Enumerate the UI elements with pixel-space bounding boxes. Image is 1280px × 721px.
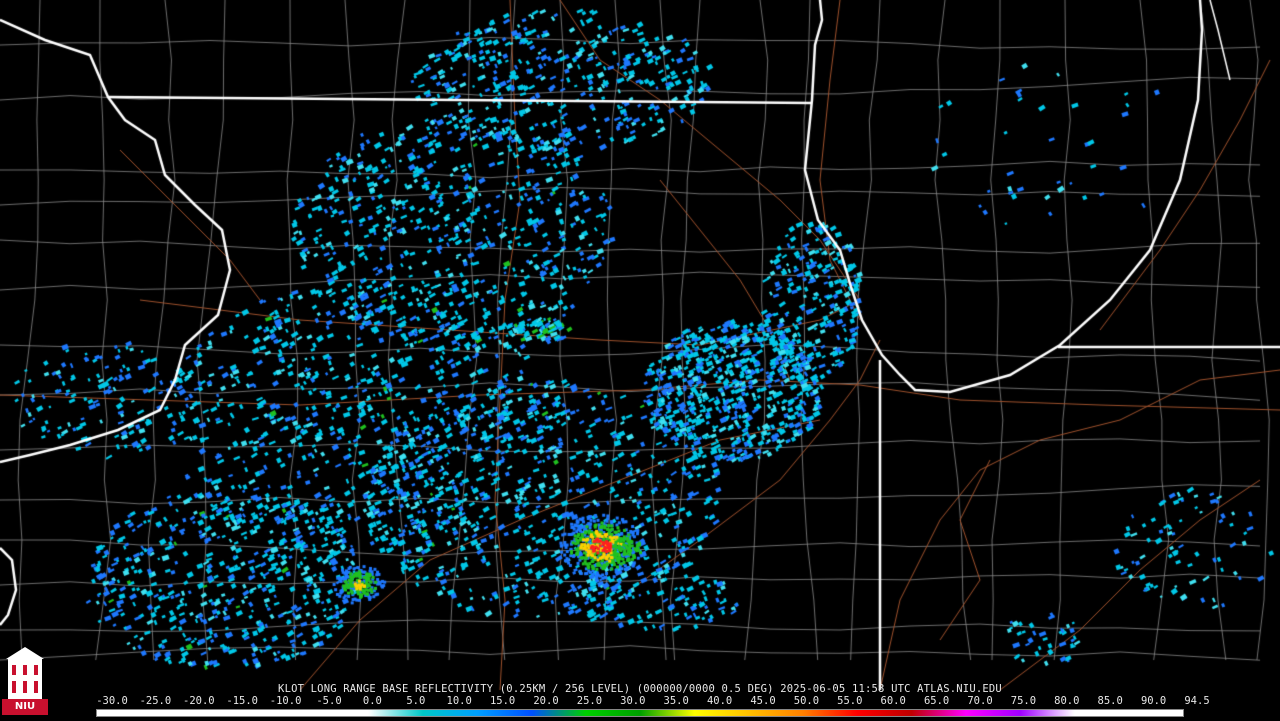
- legend-tick-label: 45.0: [750, 695, 776, 707]
- legend-tick-label: 10.0: [446, 695, 472, 707]
- legend-tick-label: 85.0: [1097, 695, 1123, 707]
- legend-tick-label: 80.0: [1054, 695, 1080, 707]
- legend-tick-label: 40.0: [706, 695, 733, 707]
- legend-tick-label: -25.0: [139, 695, 172, 707]
- legend-tick-labels: -30.0 -25.0 -20.0 -15.0 -10.0 -5.0 0.0 5.0 10.0 1…: [95, 695, 1209, 708]
- legend-tick-label: -30.0: [96, 695, 128, 707]
- legend-tick-label: 65.0: [923, 695, 950, 707]
- radar-map: [0, 0, 1280, 720]
- legend-tick-label: 20.0: [533, 695, 559, 707]
- legend-tick-label: 50.0: [793, 695, 820, 707]
- legend-tick-label: -10.0: [269, 695, 302, 707]
- product-caption: KLOT LONG RANGE BASE REFLECTIVITY (0.25K…: [278, 683, 1002, 695]
- legend-tick-label: 35.0: [663, 695, 689, 707]
- legend-tick-label: 70.0: [967, 695, 993, 707]
- legend-tick-label: 94.5: [1184, 695, 1210, 707]
- legend-tick-label: -20.0: [182, 695, 215, 707]
- legend-tick-label: 60.0: [880, 695, 906, 707]
- legend-tick-label: -5.0: [316, 695, 342, 707]
- legend-tick-label: 90.0: [1140, 695, 1167, 707]
- niu-logo: NIU: [2, 645, 48, 717]
- legend-tick-label: -15.0: [226, 695, 258, 707]
- legend-tick-label: 0.0: [362, 695, 382, 707]
- legend-tick-label: 30.0: [620, 695, 646, 707]
- logo-text: NIU: [14, 701, 36, 712]
- legend-tick-label: 55.0: [837, 695, 863, 707]
- legend-tick-label: 15.0: [489, 695, 516, 707]
- legend-tick-label: 25.0: [576, 695, 603, 707]
- legend-tick-label: 75.0: [1010, 695, 1037, 707]
- reflectivity-colorbar: [96, 709, 1184, 717]
- legend-tick-label: 5.0: [406, 695, 426, 707]
